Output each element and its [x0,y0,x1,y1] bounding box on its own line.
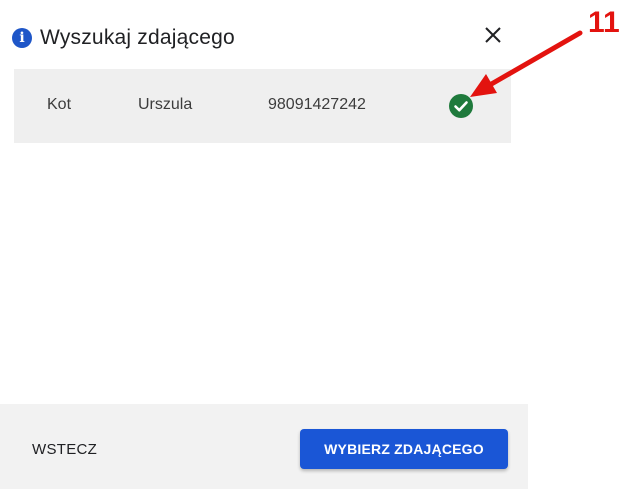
first-name-cell: Urszula [138,96,193,113]
check-circle-icon [449,94,473,118]
info-icon: i [12,28,32,48]
dialog-header: i Wyszukaj zdającego [12,20,512,56]
last-name-cell: Kot [47,96,72,113]
result-row[interactable]: Kot Urszula 98091427242 [14,69,511,143]
back-button[interactable]: WSTECZ [32,441,97,458]
pesel-cell: 98091427242 [268,96,366,113]
dialog-title: Wyszukaj zdającego [40,26,235,49]
close-icon[interactable] [483,25,503,45]
annotation-number: 11 [588,6,620,39]
search-examinee-dialog: i Wyszukaj zdającego Kot Urszula 9809142… [0,0,635,489]
select-examinee-button[interactable]: WYBIERZ ZDAJĄCEGO [300,429,508,469]
